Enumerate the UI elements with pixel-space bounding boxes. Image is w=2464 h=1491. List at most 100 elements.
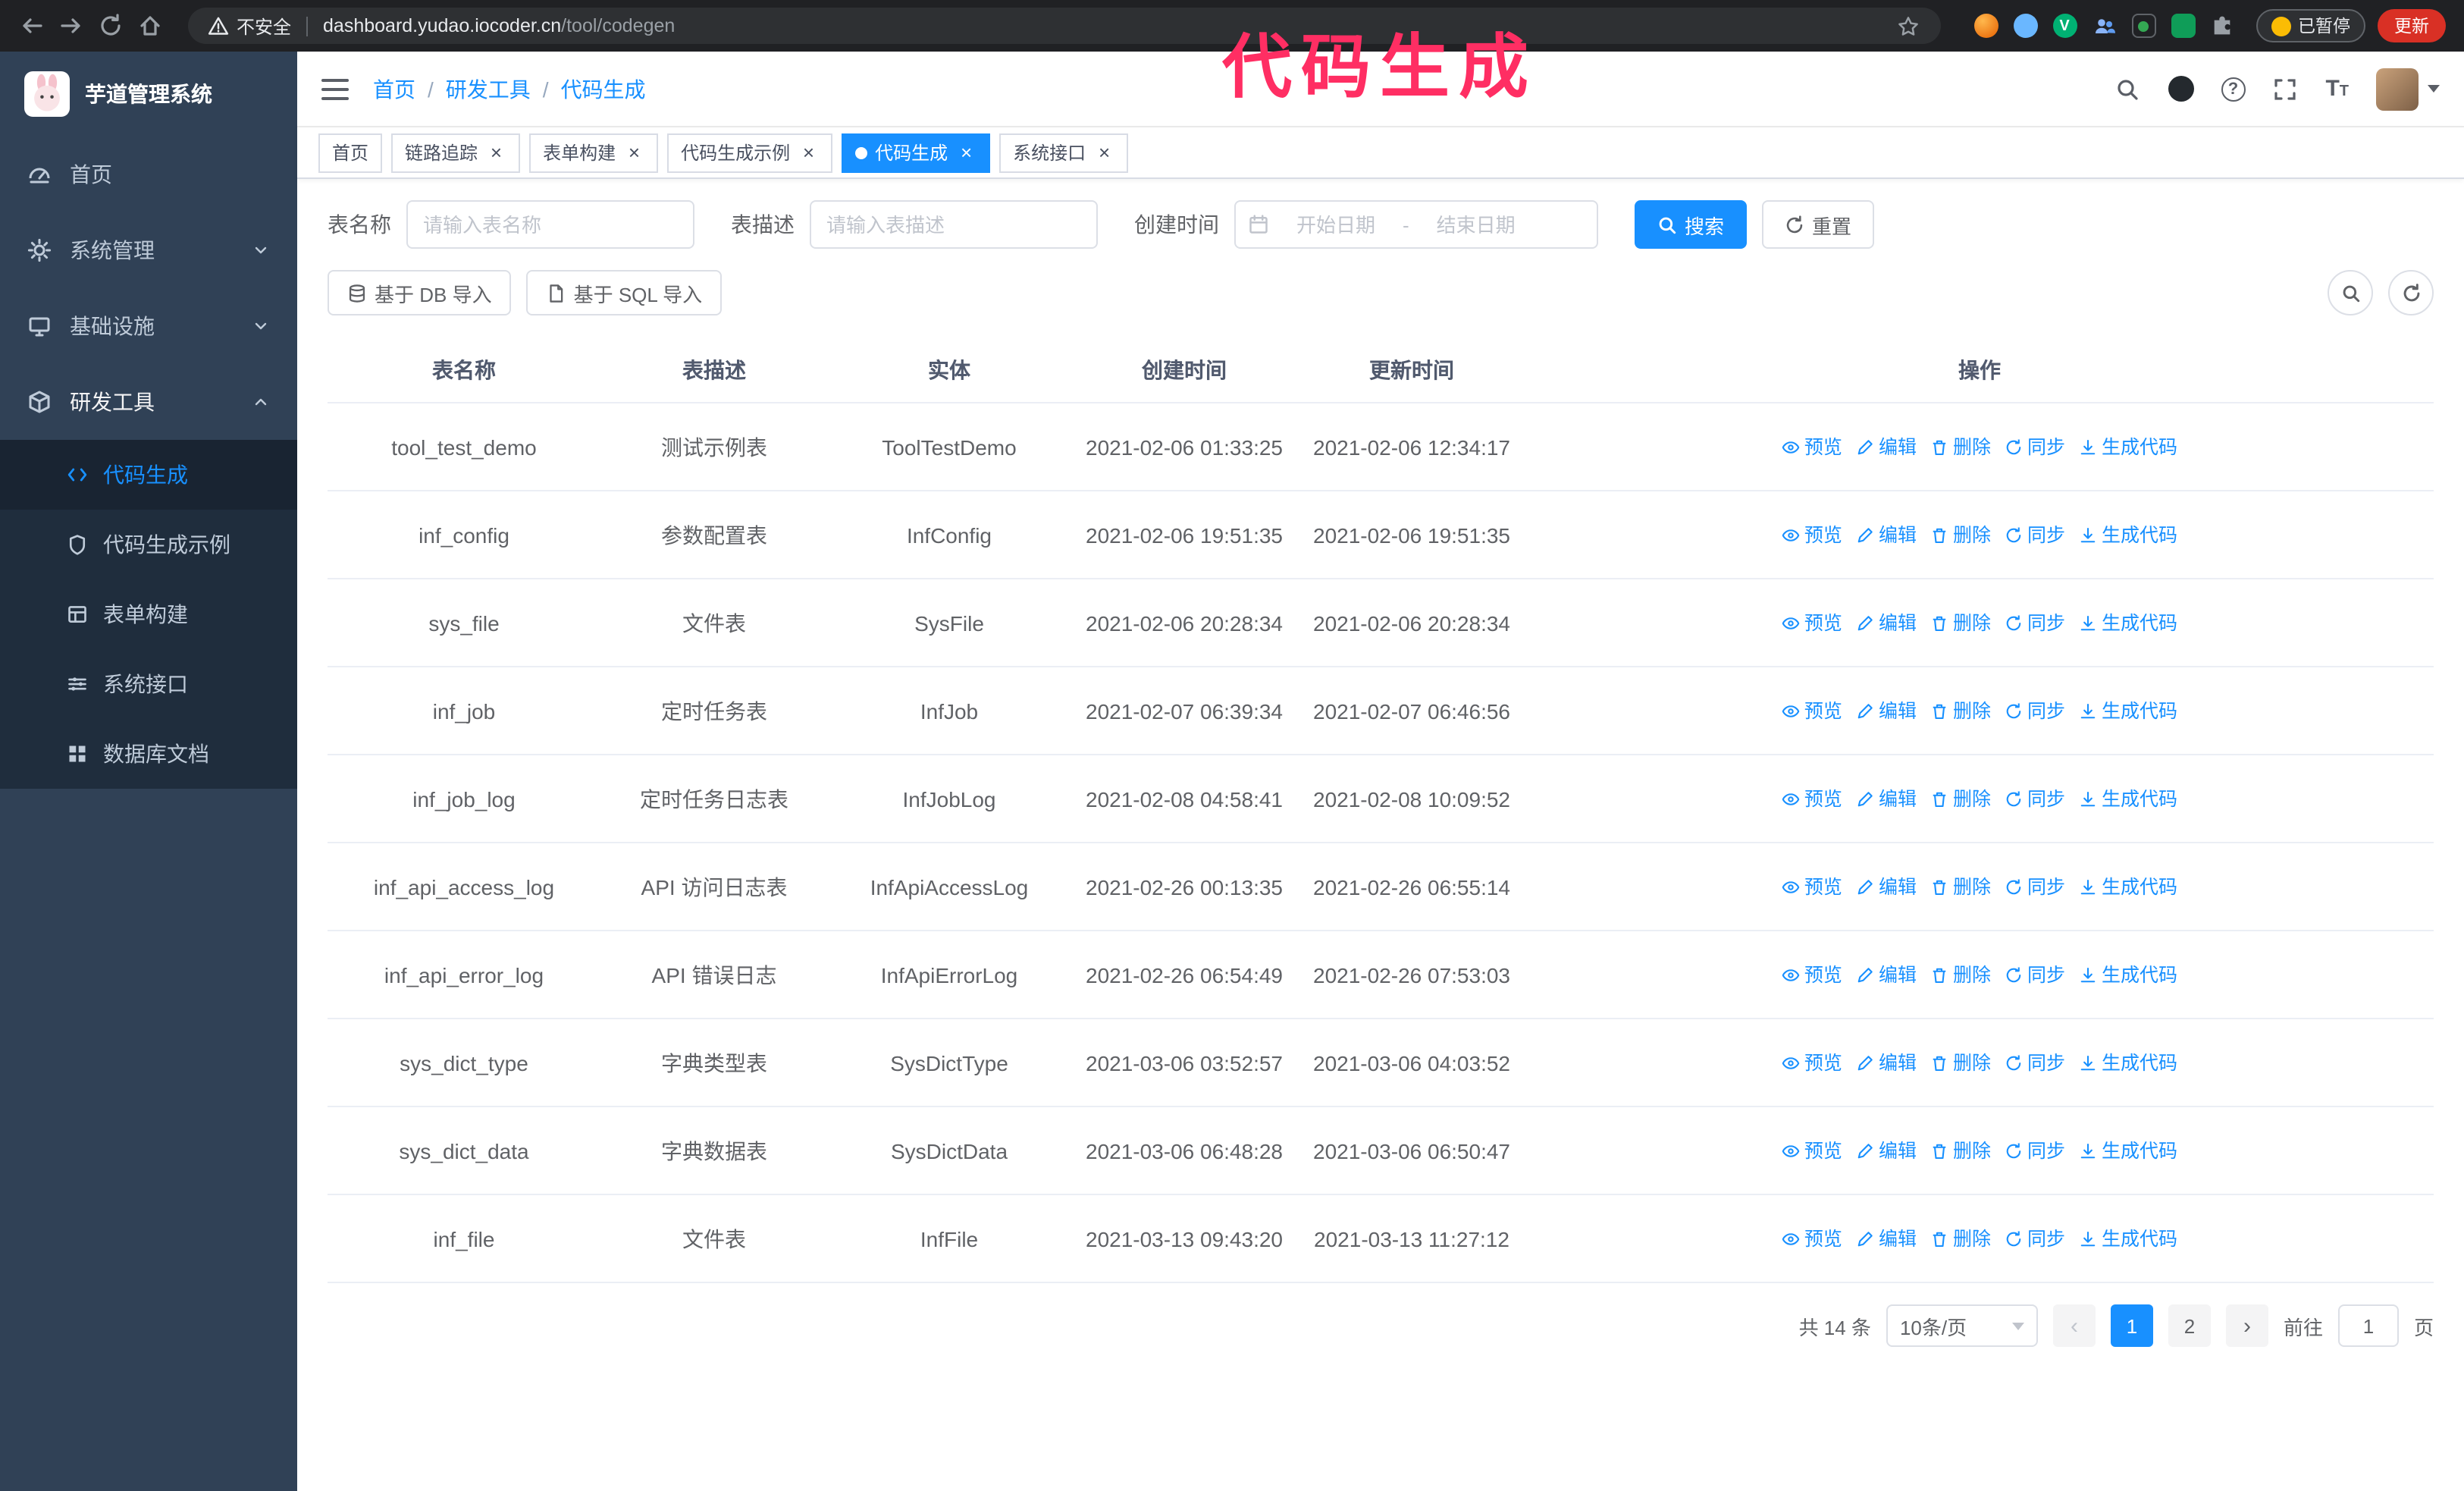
close-icon[interactable]: × <box>623 142 644 163</box>
preview-link[interactable]: 预览 <box>1782 871 1842 902</box>
delete-link[interactable]: 删除 <box>1930 432 1991 462</box>
tab[interactable]: 表单构建 × <box>529 133 659 172</box>
date-range-picker[interactable]: - <box>1234 200 1598 249</box>
sync-link[interactable]: 同步 <box>2005 1135 2065 1166</box>
delete-link[interactable]: 删除 <box>1930 695 1991 726</box>
preview-link[interactable]: 预览 <box>1782 695 1842 726</box>
generate-code-link[interactable]: 生成代码 <box>2079 1223 2177 1254</box>
generate-code-link[interactable]: 生成代码 <box>2079 695 2177 726</box>
breadcrumb-devtools[interactable]: 研发工具 <box>446 74 531 104</box>
delete-link[interactable]: 删除 <box>1930 1135 1991 1166</box>
prev-page-button[interactable]: ‹ <box>2052 1304 2096 1347</box>
sidebar-logo[interactable]: 芋道管理系统 <box>0 52 297 137</box>
extension-icon-4[interactable] <box>2092 14 2116 38</box>
goto-page-input[interactable] <box>2337 1304 2399 1347</box>
delete-link[interactable]: 删除 <box>1930 519 1991 550</box>
edit-link[interactable]: 编辑 <box>1856 607 1917 638</box>
delete-link[interactable]: 删除 <box>1930 959 1991 990</box>
tab[interactable]: 首页 × <box>318 133 383 172</box>
preview-link[interactable]: 预览 <box>1782 1223 1842 1254</box>
sidebar-item-infrastructure[interactable]: 基础设施 <box>0 288 297 364</box>
tab[interactable]: 代码生成 × <box>842 133 991 172</box>
url-text[interactable]: dashboard.yudao.iocoder.cn/tool/codegen <box>323 15 1887 36</box>
generate-code-link[interactable]: 生成代码 <box>2079 607 2177 638</box>
sync-link[interactable]: 同步 <box>2005 783 2065 814</box>
end-date-input[interactable] <box>1415 213 1537 236</box>
search-icon[interactable] <box>2114 76 2140 102</box>
update-button[interactable]: 更新 <box>2378 9 2446 42</box>
generate-code-link[interactable]: 生成代码 <box>2079 1135 2177 1166</box>
import-sql-button[interactable]: 基于 SQL 导入 <box>526 270 723 315</box>
preview-link[interactable]: 预览 <box>1782 1135 1842 1166</box>
delete-link[interactable]: 删除 <box>1930 783 1991 814</box>
sidebar-item-codegen-example[interactable]: 代码生成示例 <box>0 510 297 579</box>
sidebar-item-codegen[interactable]: 代码生成 <box>0 440 297 510</box>
close-icon[interactable]: × <box>1093 142 1114 163</box>
edit-link[interactable]: 编辑 <box>1856 1223 1917 1254</box>
toggle-search-button[interactable] <box>2328 270 2373 315</box>
edit-link[interactable]: 编辑 <box>1856 1135 1917 1166</box>
sync-link[interactable]: 同步 <box>2005 871 2065 902</box>
sync-link[interactable]: 同步 <box>2005 519 2065 550</box>
start-date-input[interactable] <box>1275 213 1397 236</box>
extension-icon-6[interactable] <box>2171 14 2195 38</box>
edit-link[interactable]: 编辑 <box>1856 783 1917 814</box>
edit-link[interactable]: 编辑 <box>1856 519 1917 550</box>
github-icon[interactable] <box>2168 76 2194 102</box>
edit-link[interactable]: 编辑 <box>1856 959 1917 990</box>
generate-code-link[interactable]: 生成代码 <box>2079 959 2177 990</box>
bookmark-star-icon[interactable] <box>1895 12 1922 39</box>
sidebar-item-form-builder[interactable]: 表单构建 <box>0 579 297 649</box>
table-name-input[interactable] <box>406 200 694 249</box>
paused-badge[interactable]: 已暂停 <box>2256 9 2365 42</box>
import-db-button[interactable]: 基于 DB 导入 <box>328 270 512 315</box>
edit-link[interactable]: 编辑 <box>1856 871 1917 902</box>
generate-code-link[interactable]: 生成代码 <box>2079 519 2177 550</box>
extension-icon-2[interactable] <box>2013 14 2037 38</box>
sync-link[interactable]: 同步 <box>2005 695 2065 726</box>
help-icon[interactable]: ? <box>2221 77 2246 101</box>
tab[interactable]: 系统接口 × <box>999 133 1129 172</box>
preview-link[interactable]: 预览 <box>1782 1047 1842 1078</box>
tab[interactable]: 代码生成示例 × <box>667 133 833 172</box>
sync-link[interactable]: 同步 <box>2005 959 2065 990</box>
reset-button[interactable]: 重置 <box>1762 200 1875 249</box>
sidebar-item-api[interactable]: 系统接口 <box>0 649 297 719</box>
extension-icon-3[interactable]: V <box>2052 14 2077 38</box>
preview-link[interactable]: 预览 <box>1782 519 1842 550</box>
sync-link[interactable]: 同步 <box>2005 1223 2065 1254</box>
edit-link[interactable]: 编辑 <box>1856 695 1917 726</box>
delete-link[interactable]: 删除 <box>1930 1047 1991 1078</box>
sidebar-item-devtools[interactable]: 研发工具 <box>0 364 297 440</box>
generate-code-link[interactable]: 生成代码 <box>2079 871 2177 902</box>
sync-link[interactable]: 同步 <box>2005 432 2065 462</box>
delete-link[interactable]: 删除 <box>1930 607 1991 638</box>
extension-icon-1[interactable] <box>1973 14 1998 38</box>
breadcrumb-home[interactable]: 首页 <box>373 74 415 104</box>
tab[interactable]: 链路追踪 × <box>391 133 521 172</box>
sidebar-item-system[interactable]: 系统管理 <box>0 212 297 288</box>
search-button[interactable]: 搜索 <box>1635 200 1748 249</box>
font-size-icon[interactable]: TT <box>2325 76 2349 102</box>
puzzle-icon[interactable] <box>2210 14 2234 38</box>
address-bar[interactable]: 不安全 dashboard.yudao.iocoder.cn/tool/code… <box>188 8 1940 44</box>
back-icon[interactable] <box>18 12 45 39</box>
page-button-1[interactable]: 1 <box>2110 1304 2153 1347</box>
home-icon[interactable] <box>136 12 164 39</box>
edit-link[interactable]: 编辑 <box>1856 1047 1917 1078</box>
delete-link[interactable]: 删除 <box>1930 1223 1991 1254</box>
sync-link[interactable]: 同步 <box>2005 1047 2065 1078</box>
sidebar-item-home[interactable]: 首页 <box>0 137 297 212</box>
page-size-select[interactable]: 10条/页 <box>1886 1304 2038 1347</box>
close-icon[interactable]: × <box>798 142 819 163</box>
generate-code-link[interactable]: 生成代码 <box>2079 783 2177 814</box>
edit-link[interactable]: 编辑 <box>1856 432 1917 462</box>
reload-icon[interactable] <box>97 12 124 39</box>
refresh-table-button[interactable] <box>2388 270 2434 315</box>
sync-link[interactable]: 同步 <box>2005 607 2065 638</box>
preview-link[interactable]: 预览 <box>1782 607 1842 638</box>
close-icon[interactable]: × <box>955 142 977 163</box>
hamburger-icon[interactable] <box>321 78 349 99</box>
delete-link[interactable]: 删除 <box>1930 871 1991 902</box>
user-menu[interactable] <box>2376 67 2440 110</box>
